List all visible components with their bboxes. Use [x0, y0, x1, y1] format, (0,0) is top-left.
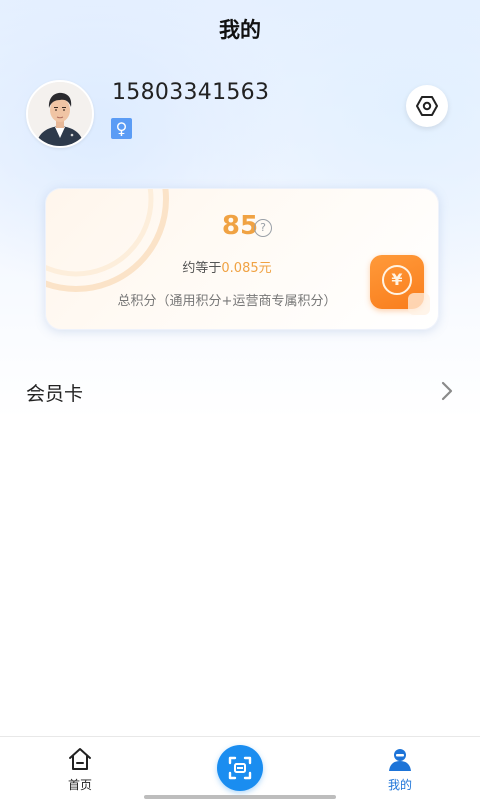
card-decoration — [46, 189, 169, 292]
scan-icon — [228, 756, 252, 780]
phone-number: 15803341563 — [112, 80, 270, 105]
total-points-label: 总积分（通用积分+运营商专属积分） — [117, 294, 337, 309]
settings-icon — [416, 96, 438, 116]
equiv-amount: 0.085元 — [221, 261, 272, 276]
settings-button[interactable] — [406, 85, 448, 127]
nav-item-mine[interactable]: 我的 — [360, 737, 440, 801]
scan-button[interactable] — [217, 745, 263, 791]
chevron-right-icon — [441, 381, 453, 401]
home-icon — [69, 748, 91, 770]
page-title: 我的 — [219, 18, 261, 42]
home-indicator — [144, 795, 336, 799]
help-icon[interactable]: ? — [254, 219, 272, 237]
coin-icon: ¥ — [370, 255, 430, 315]
nav-label-mine: 我的 — [387, 778, 412, 792]
avatar[interactable] — [26, 80, 94, 148]
equiv-prefix: 约等于 — [182, 261, 222, 276]
nav-item-home[interactable]: 首页 — [40, 737, 120, 801]
user-icon — [389, 749, 411, 771]
points-equivalent: 约等于0.085元 — [46, 257, 408, 276]
member-card-label: 会员卡 — [26, 383, 84, 405]
avatar-man-icon — [28, 82, 92, 146]
member-card-row[interactable]: 会员卡 — [0, 360, 480, 420]
yuan-symbol: ¥ — [382, 265, 412, 295]
coin-shine — [408, 293, 430, 315]
nav-label-home: 首页 — [67, 778, 92, 792]
points-card[interactable]: 85 ? 约等于0.085元 总积分（通用积分+运营商专属积分） ¥ — [45, 188, 439, 330]
bottom-nav: 首页 我的 — [0, 736, 480, 801]
female-symbol-icon: ♀ — [111, 118, 132, 139]
